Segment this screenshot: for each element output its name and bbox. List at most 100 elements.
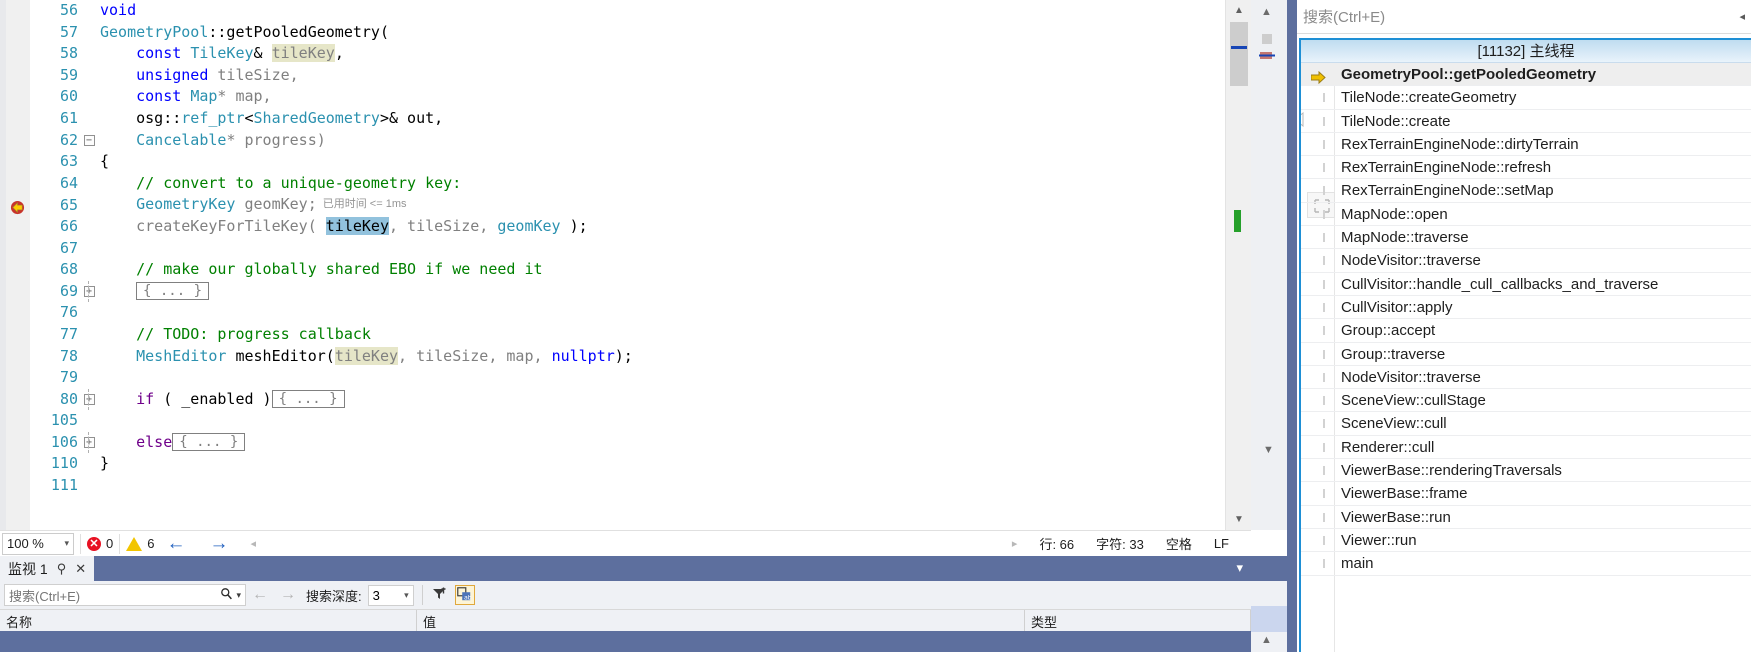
call-stack-frame[interactable]: MapNode::traverse <box>1301 226 1751 250</box>
code-line[interactable]: 63 { <box>30 151 1225 173</box>
call-stack-frame[interactable]: ViewerBase::run <box>1301 506 1751 529</box>
call-stack-frame[interactable]: TileNode::create <box>1301 110 1751 133</box>
call-stack-frame[interactable]: CullVisitor::handle_cull_callbacks_and_t… <box>1301 273 1751 296</box>
watch-search-input[interactable]: 搜索(Ctrl+E) ▾ <box>4 584 246 606</box>
column-header-type[interactable]: 类型 <box>1025 610 1251 631</box>
code-editor-pane[interactable]: 56 void 57 GeometryPool::getPooledGeometry(… <box>0 0 1251 530</box>
status-expand-icon[interactable]: ▸ <box>1012 537 1018 550</box>
code-line[interactable]: 68 // make our globally shared EBO if we… <box>30 259 1225 281</box>
call-stack-frame[interactable]: SceneView::cull <box>1301 412 1751 436</box>
warning-count[interactable]: 6 <box>147 536 154 551</box>
rail-scroll-up-icon[interactable]: ▲ <box>1261 6 1272 18</box>
code-line[interactable]: 77 // TODO: progress callback <box>30 324 1225 346</box>
scroll-down-button[interactable]: ▼ <box>1230 511 1248 528</box>
code-line[interactable]: 111 <box>30 475 1225 497</box>
call-stack-frame[interactable]: MapNode::open <box>1301 203 1751 227</box>
code-line[interactable]: 57 GeometryPool::getPooledGeometry( <box>30 22 1225 44</box>
call-stack-frames[interactable]: GeometryPool::getPooledGeometry TileNode:… <box>1301 63 1751 576</box>
code-text-area[interactable]: 56 void 57 GeometryPool::getPooledGeometry(… <box>30 0 1225 530</box>
search-prev-icon[interactable]: ← <box>252 586 268 604</box>
expand-region-icon[interactable]: + <box>83 393 95 405</box>
code-line[interactable]: 79 <box>30 367 1225 389</box>
call-stack-thread-header[interactable]: [11132] 主线程 <box>1301 40 1751 63</box>
outlining-column[interactable]: + <box>78 431 100 454</box>
collapsed-block-indicator[interactable]: { ... } <box>271 390 345 409</box>
outlining-column[interactable]: − <box>78 130 100 152</box>
code-line[interactable]: 61 osg::ref_ptr<SharedGeometry>& out, <box>30 108 1225 130</box>
rail-scroll-down-icon[interactable]: ▼ <box>1263 444 1274 456</box>
call-stack-frame[interactable]: NodeVisitor::traverse <box>1301 366 1751 390</box>
rail-bottom-scroll-up-icon[interactable]: ▲ <box>1261 634 1272 646</box>
code-line[interactable]: 62− Cancelable* progress) <box>30 130 1225 152</box>
call-stack-frame[interactable]: TileNode::createGeometry <box>1301 86 1751 110</box>
code-line[interactable]: 65 GeometryKey geomKey; 已用时间 <= 1ms <box>30 194 1225 216</box>
call-stack-frame[interactable]: ViewerBase::renderingTraversals <box>1301 459 1751 483</box>
editor-vertical-scrollbar[interactable]: ▲ ▼ <box>1225 0 1251 530</box>
chevron-down-icon[interactable]: ▾ <box>236 590 241 601</box>
call-stack-pane[interactable]: ▲ ▼ ▲ 搜索(Ctrl+E) ◂ [11132] 主线程 GeometryP… <box>1251 0 1751 652</box>
call-stack-frame[interactable]: Renderer::cull <box>1301 436 1751 460</box>
code-line[interactable]: 56 void <box>30 0 1225 22</box>
call-stack-search-input[interactable]: 搜索(Ctrl+E) ◂ <box>1297 0 1751 34</box>
call-stack-frame[interactable]: SceneView::cullStage <box>1301 389 1751 413</box>
code-line[interactable]: 76 <box>30 302 1225 324</box>
code-line[interactable]: 67 <box>30 238 1225 260</box>
code-line[interactable]: 110} <box>30 453 1225 475</box>
call-stack-frame[interactable]: RexTerrainEngineNode::refresh <box>1301 156 1751 180</box>
column-header-value[interactable]: 值 <box>417 610 1025 631</box>
code-line[interactable]: 69 + { ... } <box>30 280 1225 303</box>
chevron-left-icon[interactable]: ◂ <box>1739 10 1745 23</box>
call-stack-list[interactable]: [11132] 主线程 GeometryPool::getPooledGeome… <box>1299 38 1751 652</box>
chevron-down-icon[interactable]: ▾ <box>1236 560 1243 576</box>
panel-splitter[interactable] <box>1287 0 1297 652</box>
code-line[interactable]: 80 + if ( _enabled ){ ... } <box>30 388 1225 411</box>
outlining-column[interactable]: + <box>78 280 100 303</box>
error-count[interactable]: 0 <box>106 536 113 551</box>
hex-display-toggle-icon[interactable]: ab <box>454 585 475 605</box>
expand-region-icon[interactable]: + <box>83 285 95 297</box>
code-line[interactable]: 60 const Map* map, <box>30 86 1225 108</box>
tab-watch-1[interactable]: 监视 1 ⚲ ✕ <box>0 556 95 581</box>
pin-filter-icon[interactable] <box>431 585 451 605</box>
close-icon[interactable]: ✕ <box>75 561 86 577</box>
editor-indicator-margin[interactable] <box>6 0 30 530</box>
status-collapse-icon[interactable]: ◂ <box>250 537 256 550</box>
rail-scrollbar-thumb[interactable] <box>1262 34 1272 44</box>
code-token: ); <box>614 346 633 365</box>
code-line[interactable]: 106 + else{ ... } <box>30 431 1225 454</box>
zoom-level-combobox[interactable]: 100 % ▾ <box>2 532 74 555</box>
call-stack-frame[interactable]: Viewer::run <box>1301 529 1751 553</box>
breakpoint-arrow-icon[interactable] <box>10 200 25 215</box>
scrollbar-thumb[interactable] <box>1230 22 1248 86</box>
watch-panel[interactable]: 监视 1 ⚲ ✕ ▾ 搜索(Ctrl+E) ▾ ← → 搜索深度: 3 ▾ ab… <box>0 556 1251 652</box>
call-stack-frame[interactable]: Group::accept <box>1301 319 1751 343</box>
collapse-region-icon[interactable]: − <box>83 134 95 146</box>
search-next-icon[interactable]: → <box>280 586 296 604</box>
call-stack-frame[interactable]: main <box>1301 552 1751 576</box>
code-line[interactable]: 59 unsigned tileSize, <box>30 65 1225 87</box>
column-header-name[interactable]: 名称 <box>0 610 417 631</box>
code-line[interactable]: 66 createKeyForTileKey( tileKey, tileSiz… <box>30 216 1225 238</box>
call-stack-frame[interactable]: Group::traverse <box>1301 343 1751 366</box>
code-line[interactable]: 105 <box>30 410 1225 432</box>
call-stack-frame[interactable]: CullVisitor::apply <box>1301 296 1751 320</box>
code-line[interactable]: 78 MeshEditor meshEditor(tileKey, tileSi… <box>30 346 1225 368</box>
expand-region-icon[interactable]: + <box>83 436 95 448</box>
search-icon[interactable] <box>220 587 233 603</box>
collapsed-block-indicator[interactable]: { ... } <box>172 433 246 452</box>
right-scroll-rail[interactable]: ▲ ▼ ▲ <box>1251 0 1287 652</box>
call-stack-frame[interactable]: NodeVisitor::traverse <box>1301 249 1751 273</box>
search-depth-combobox[interactable]: 3 ▾ <box>367 584 414 606</box>
outlining-column[interactable]: + <box>78 388 100 411</box>
pin-icon[interactable]: ⚲ <box>57 561 67 577</box>
navigate-back-icon[interactable]: ← <box>166 534 185 553</box>
collapsed-block-indicator[interactable]: { ... } <box>136 282 210 301</box>
navigate-forward-icon[interactable]: → <box>209 534 228 553</box>
call-stack-current-frame[interactable]: GeometryPool::getPooledGeometry <box>1301 63 1751 87</box>
code-line[interactable]: 58 const TileKey& tileKey, <box>30 43 1225 65</box>
code-line[interactable]: 64 // convert to a unique-geometry key: <box>30 173 1225 195</box>
call-stack-frame[interactable]: RexTerrainEngineNode::setMap <box>1301 179 1751 203</box>
scroll-up-button[interactable]: ▲ <box>1230 2 1248 19</box>
call-stack-frame[interactable]: RexTerrainEngineNode::dirtyTerrain <box>1301 133 1751 157</box>
call-stack-frame[interactable]: ViewerBase::frame <box>1301 482 1751 506</box>
